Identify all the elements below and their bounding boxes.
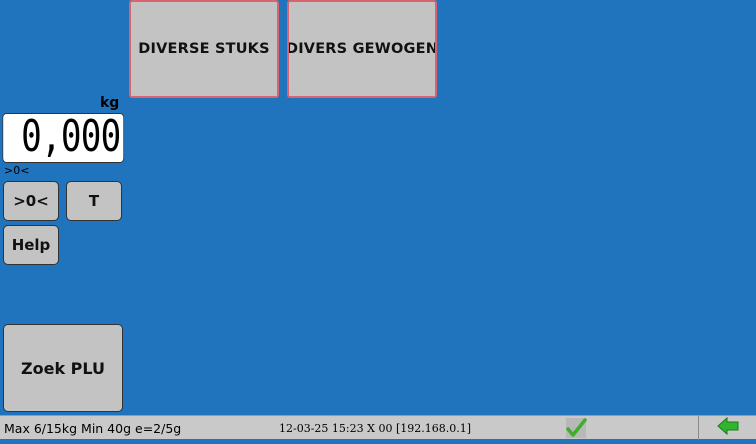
plu-button-diverse-stuks[interactable]: DIVERSE STUKS <box>129 0 279 98</box>
help-button[interactable]: Help <box>3 225 59 265</box>
zero-indicator: >0< <box>4 164 30 177</box>
back-button[interactable] <box>699 416 756 440</box>
scale-spec-text: Max 6/15kg Min 40g e=2/5g <box>4 421 182 436</box>
status-bar: Max 6/15kg Min 40g e=2/5g 12-03-25 15:23… <box>0 415 756 440</box>
check-icon <box>564 416 588 440</box>
search-plu-button[interactable]: Zoek PLU <box>3 324 123 412</box>
tare-button[interactable]: T <box>66 181 122 221</box>
zero-button[interactable]: >0< <box>3 181 59 221</box>
datetime-info-text: 12-03-25 15:23 X 00 [192.168.0.1] <box>279 422 472 435</box>
arrow-left-icon <box>716 416 739 439</box>
weight-display: 0,000 <box>2 113 124 163</box>
plu-button-divers-gewogen[interactable]: DIVERS GEWOGEN <box>287 0 437 98</box>
weight-unit-label: kg <box>100 95 120 111</box>
